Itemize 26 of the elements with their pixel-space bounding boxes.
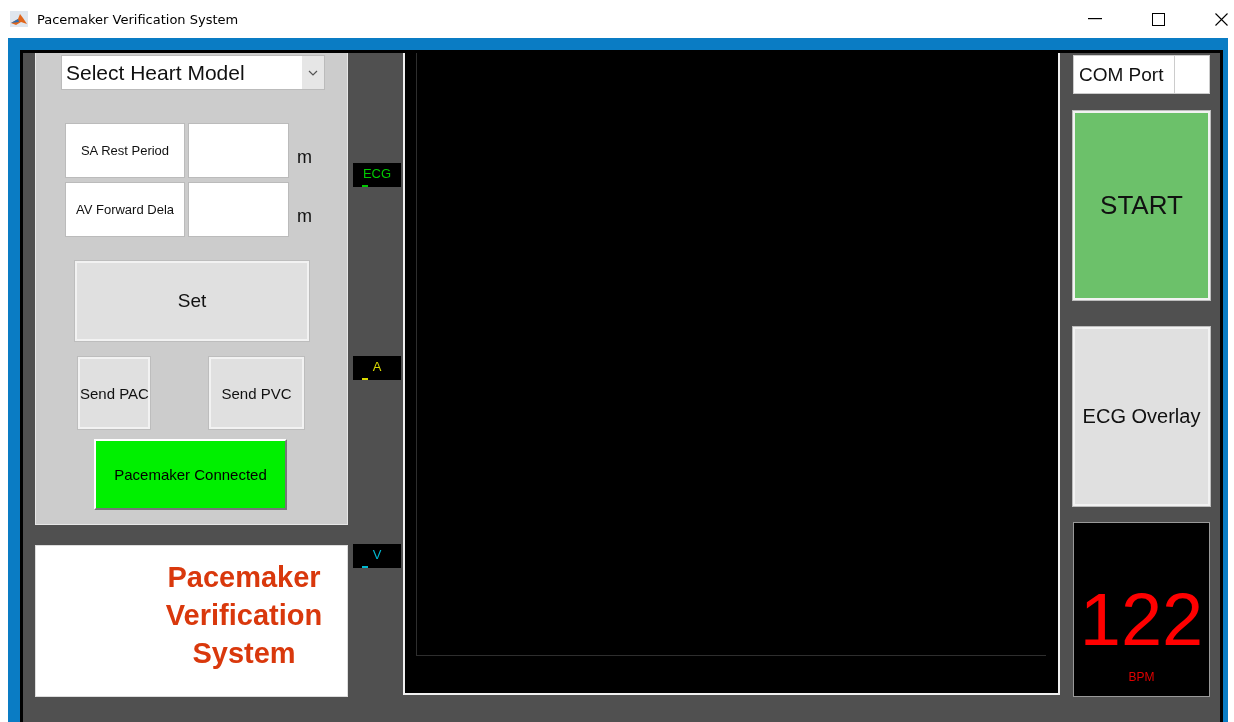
connection-status-button[interactable]: Pacemaker Connected bbox=[94, 439, 287, 510]
unit-label: m bbox=[297, 206, 312, 227]
ecg-overlay-button[interactable]: ECG Overlay bbox=[1073, 327, 1210, 506]
close-icon[interactable] bbox=[1215, 12, 1228, 26]
com-port-field[interactable]: COM Port bbox=[1073, 55, 1210, 94]
channel-label: ECG bbox=[362, 166, 392, 181]
minimize-icon[interactable] bbox=[1088, 18, 1102, 20]
heart-model-dropdown[interactable]: Select Heart Model bbox=[61, 55, 325, 90]
app-icon bbox=[10, 11, 28, 27]
channel-label: V bbox=[372, 547, 382, 562]
heart-rate-unit: BPM bbox=[1128, 670, 1155, 684]
channel-label: A bbox=[372, 359, 382, 374]
set-button[interactable]: Set bbox=[75, 261, 309, 341]
parameter-label: AV Forward Dela bbox=[65, 182, 185, 237]
start-button[interactable]: START bbox=[1073, 111, 1210, 300]
logo-text: Pacemaker Verification System bbox=[164, 560, 324, 671]
send-button[interactable]: Send PAC bbox=[78, 357, 150, 429]
parameter-field[interactable] bbox=[188, 123, 289, 178]
caret-icon bbox=[308, 69, 318, 76]
send-button[interactable]: Send PVC bbox=[209, 357, 304, 429]
maximize-icon[interactable] bbox=[1152, 12, 1165, 26]
window-title: Pacemaker Verification System bbox=[37, 11, 239, 27]
unit-label: m bbox=[297, 147, 312, 168]
parameter-field[interactable] bbox=[188, 182, 289, 237]
parameter-label: SA Rest Period bbox=[65, 123, 185, 178]
heart-rate-value: 122 bbox=[1079, 580, 1204, 660]
